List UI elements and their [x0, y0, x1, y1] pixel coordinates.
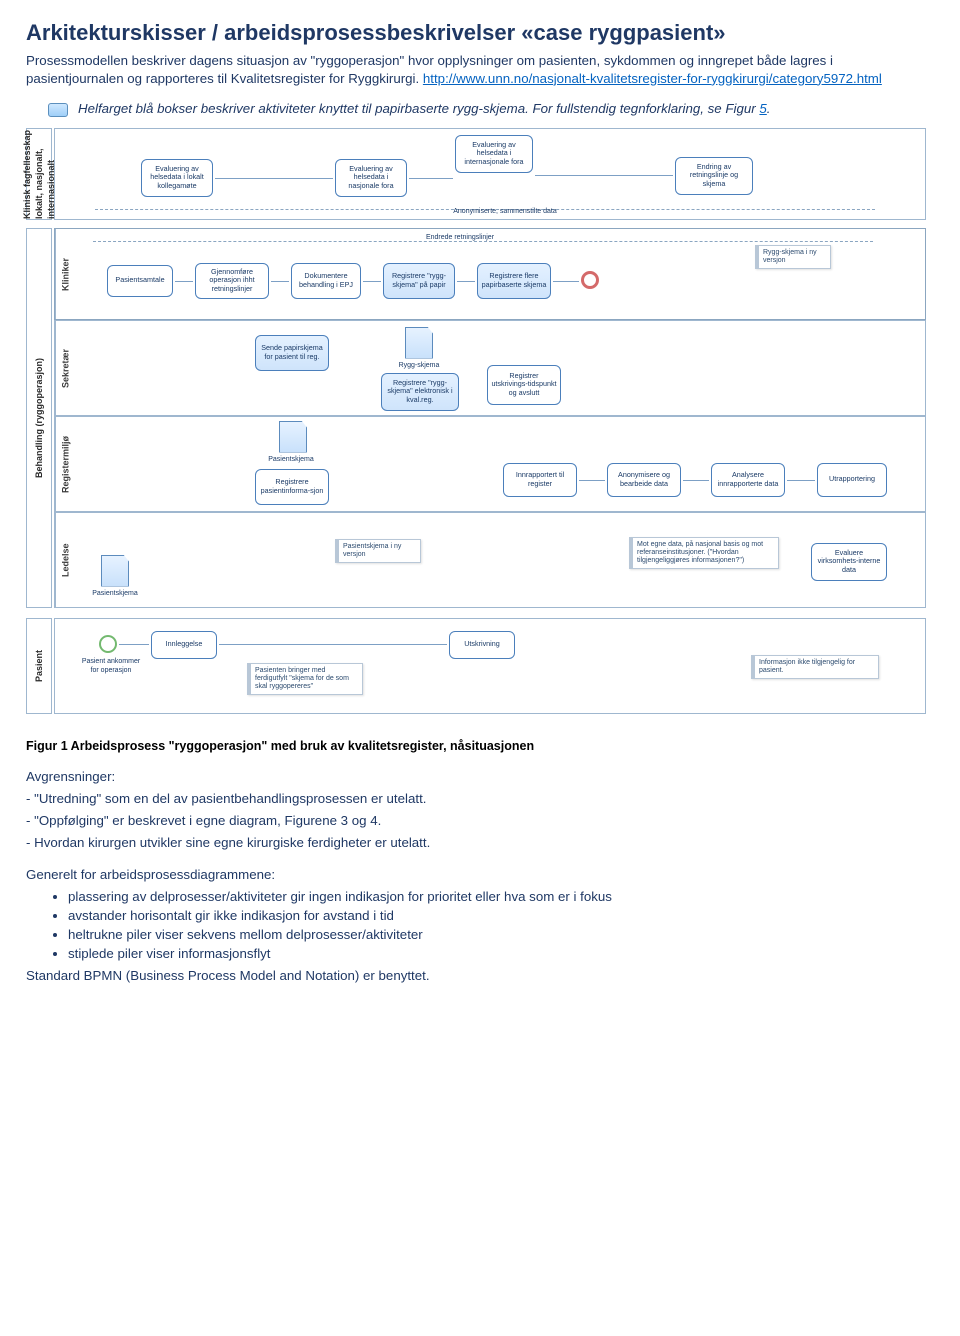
box-registrere-elektronisk: Registrere "rygg-skjema" elektronisk i k… — [381, 373, 459, 411]
pool-label-mid: Behandling (ryggoperasjon) — [26, 228, 52, 608]
lane-pasient: Pasient ankommer for operasjon Innleggel… — [54, 618, 926, 714]
box-utrapportering: Utrapportering — [817, 463, 887, 497]
lane-registermiljo: Registermiljø Pasientskjema Registrere p… — [54, 416, 926, 512]
general-footer: Standard BPMN (Business Process Model an… — [26, 967, 934, 985]
arrow — [553, 281, 579, 282]
legend-text: Helfarget blå bokser beskriver aktivitet… — [78, 100, 771, 118]
legend-text-after: . — [767, 101, 771, 116]
arrow — [787, 480, 815, 481]
label-pasient-ankommer: Pasient ankommer for operasjon — [81, 657, 141, 676]
box-evaluere-virksomhet: Evaluere virksomhets-interne data — [811, 543, 887, 581]
box-eval-internasjonalt: Evaluering av helsedata i internasjonale… — [455, 135, 533, 173]
box-eval-lokalt: Evaluering av helsedata i lokalt kollega… — [141, 159, 213, 197]
lane-header-sekretaer: Sekretær — [55, 321, 75, 415]
box-anonymisere: Anonymisere og bearbeide data — [607, 463, 681, 497]
document-pasientskjema-reg — [279, 421, 307, 453]
box-innrapportert: Innrapportert til register — [503, 463, 577, 497]
box-gjennomfore-operasjon: Gjennomføre operasjon ihht retningslinje… — [195, 263, 269, 299]
label-anonymiserte: Anonymiserte, sammenstilte data — [415, 207, 595, 216]
note-pasientskjema-ny-versjon: Pasientskjema i ny versjon — [335, 539, 421, 563]
lane-sekretaer: Sekretær Sende papirskjema for pasient t… — [54, 320, 926, 416]
label-doc-ryggskjema: Rygg-skjema — [389, 361, 449, 370]
arrow-dash — [93, 241, 873, 242]
note-informasjon-ikke-tilgjengelig: Informasjon ikke tilgjengelig for pasien… — [751, 655, 879, 679]
legend-color-box — [48, 103, 68, 117]
end-event-kliniker — [581, 271, 599, 289]
label-doc-pasientskjema-reg: Pasientskjema — [261, 455, 321, 464]
note-pasient-skjema: Pasienten bringer med ferdigutfylt "skje… — [247, 663, 363, 695]
document-pasientskjema-ledelse — [101, 555, 129, 587]
box-endring-retningslinje: Endring av retningslinje og skjema — [675, 157, 753, 195]
limits-heading: Avgrensninger: — [26, 768, 934, 786]
arrow — [579, 480, 605, 481]
box-registrer-utskriving: Registrer utskrivings-tidspunkt og avslu… — [487, 365, 561, 405]
arrow — [683, 480, 709, 481]
lane-header-ledelse: Ledelse — [55, 513, 75, 607]
box-pasientsamtale: Pasientsamtale — [107, 265, 173, 297]
box-analysere: Analysere innrapporterte data — [711, 463, 785, 497]
box-eval-nasjonalt: Evaluering av helsedata i nasjonale fora — [335, 159, 407, 197]
arrow — [363, 281, 381, 282]
arrow — [457, 281, 475, 282]
lane-ledelse: Ledelse Pasientskjema Pasientskjema i ny… — [54, 512, 926, 608]
arrow — [215, 178, 333, 179]
general-bullet-4: stiplede piler viser informasjonsflyt — [68, 945, 934, 963]
lane-header-kliniker: Kliniker — [55, 229, 75, 319]
pool-label-pasient: Pasient — [26, 618, 52, 714]
bpmn-diagram: Klinisk fagfellesskap lokalt, nasjonalt,… — [26, 128, 926, 728]
box-utskrivning: Utskrivning — [449, 631, 515, 659]
lane-fagfellesskap: Evaluering av helsedata i lokalt kollega… — [54, 128, 926, 220]
legend-figure-link[interactable]: 5 — [759, 101, 766, 116]
legend-text-before: Helfarget blå bokser beskriver aktivitet… — [78, 101, 759, 116]
pool-label-top: Klinisk fagfellesskap lokalt, nasjonalt,… — [26, 128, 52, 220]
label-doc-pasientskjema-ledelse: Pasientskjema — [85, 589, 145, 598]
general-heading: Generelt for arbeidsprosessdiagrammene: — [26, 866, 934, 884]
lane-kliniker: Kliniker Endrede retningslinjer Pasients… — [54, 228, 926, 320]
document-ryggskjema — [405, 327, 433, 359]
box-registrere-ryggskjema-papir: Registrere "rygg-skjema" på papir — [383, 263, 455, 299]
lane-header-registermiljo: Registermiljø — [55, 417, 75, 511]
general-bullet-3: heltrukne piler viser sekvens mellom del… — [68, 926, 934, 944]
note-ryggskjema-ny-versjon: Rygg-skjema i ny versjon — [755, 245, 831, 269]
intro-paragraph: Prosessmodellen beskriver dagens situasj… — [26, 52, 934, 88]
box-sende-papirskjema: Sende papirskjema for pasient til reg. — [255, 335, 329, 371]
legend-row: Helfarget blå bokser beskriver aktivitet… — [48, 100, 934, 118]
box-dokumentere-epj: Dokumentere behandling i EPJ — [291, 263, 361, 299]
figure-caption: Figur 1 Arbeidsprosess "ryggoperasjon" m… — [26, 738, 934, 755]
general-bullet-1: plassering av delprosesser/aktiviteter g… — [68, 888, 934, 906]
arrow — [219, 644, 447, 645]
box-registrere-pasientinfo: Registrere pasientinforma-sjon — [255, 469, 329, 505]
arrow — [535, 175, 673, 176]
box-registrere-flere-papir: Registrere flere papirbaserte skjema — [477, 263, 551, 299]
general-bullet-2: avstander horisontalt gir ikke indikasjo… — [68, 907, 934, 925]
start-event-pasient — [99, 635, 117, 653]
arrow — [409, 178, 453, 179]
page-title: Arkitekturskisser / arbeidsprosessbeskri… — [26, 18, 934, 48]
limits-line-1: - "Utredning" som en del av pasientbehan… — [26, 790, 934, 808]
intro-link[interactable]: http://www.unn.no/nasjonalt-kvalitetsreg… — [423, 71, 882, 86]
note-mot-egne-data: Mot egne data, på nasjonal basis og mot … — [629, 537, 779, 569]
arrow — [119, 644, 149, 645]
limits-line-3: - Hvordan kirurgen utvikler sine egne ki… — [26, 834, 934, 852]
arrow — [271, 281, 289, 282]
arrow — [175, 281, 193, 282]
box-innleggelse: Innleggelse — [151, 631, 217, 659]
limits-line-2: - "Oppfølging" er beskrevet i egne diagr… — [26, 812, 934, 830]
general-bullets: plassering av delprosesser/aktiviteter g… — [68, 888, 934, 963]
